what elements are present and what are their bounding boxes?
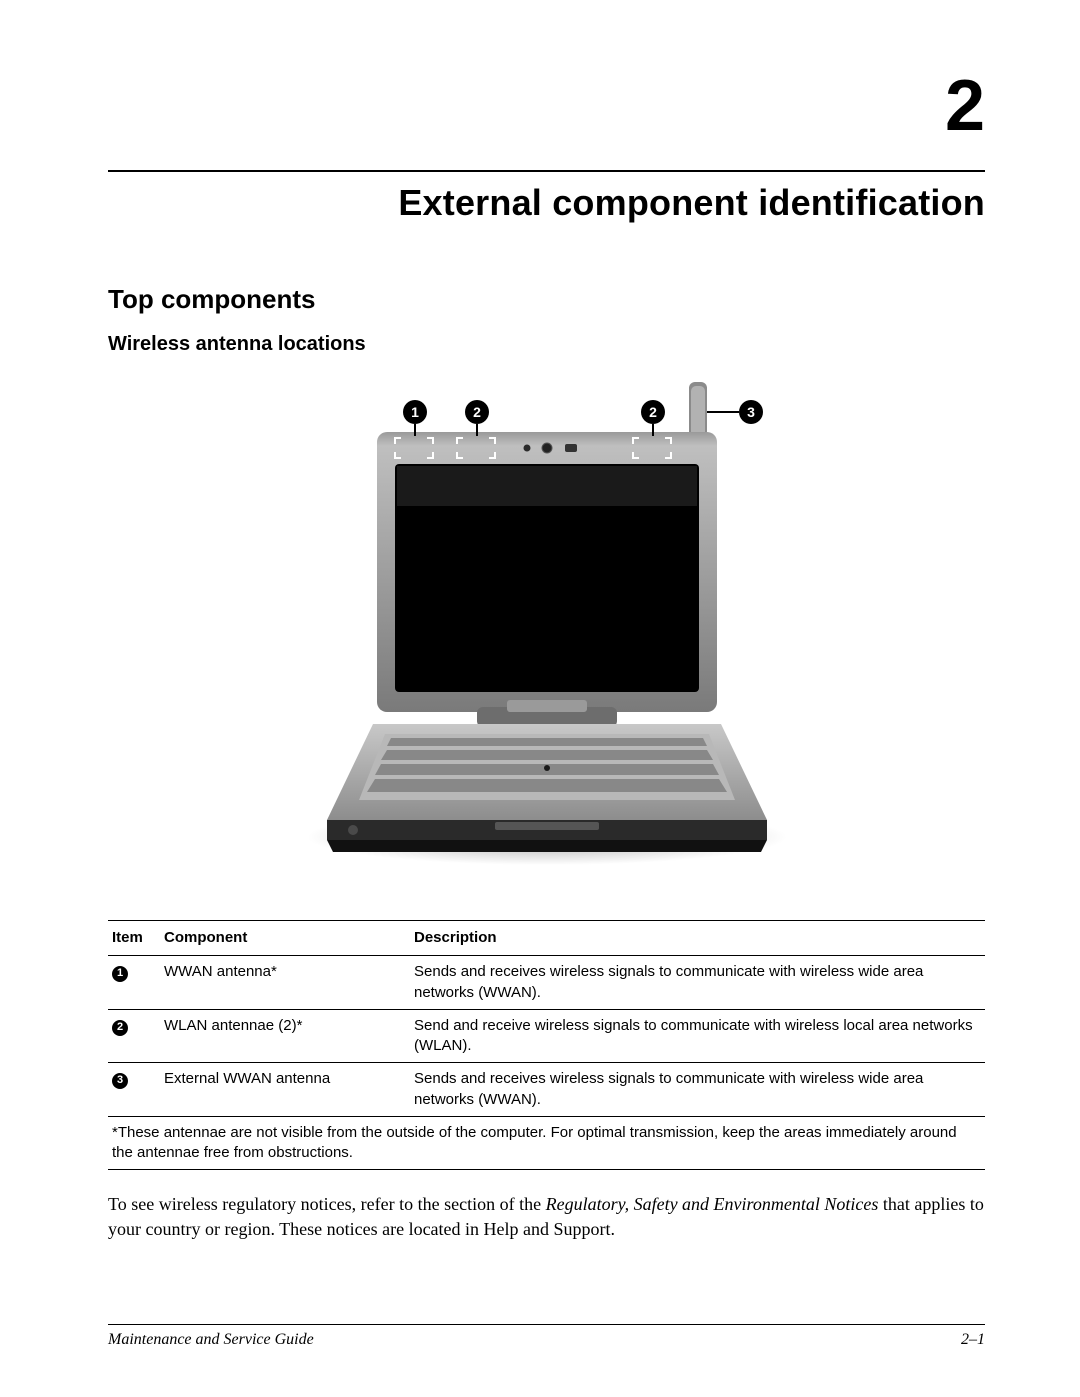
- header-item: Item: [108, 921, 160, 956]
- figure-laptop-antenna: 1 2 2 3: [108, 382, 985, 882]
- footer-right: 2–1: [961, 1331, 985, 1349]
- table-row: 2 WLAN antennae (2)* Send and receive wi…: [108, 1009, 985, 1063]
- table-row: 1 WWAN antenna* Sends and receives wirel…: [108, 956, 985, 1010]
- component-table: Item Component Description 1 WWAN antenn…: [108, 920, 985, 1170]
- callout-label-3: 3: [747, 404, 755, 420]
- row-component: WWAN antenna*: [160, 956, 410, 1010]
- subsection-title: Wireless antenna locations: [108, 333, 985, 356]
- row-bullet-icon: 2: [112, 1020, 128, 1036]
- row-component: WLAN antennae (2)*: [160, 1009, 410, 1063]
- table-header-row: Item Component Description: [108, 921, 985, 956]
- section-title: Top components: [108, 284, 985, 315]
- table-footnote-row: *These antennae are not visible from the…: [108, 1116, 985, 1170]
- para-italic: Regulatory, Safety and Environmental Not…: [546, 1194, 879, 1214]
- table-footnote: *These antennae are not visible from the…: [108, 1116, 985, 1170]
- para-pre: To see wireless regulatory notices, refe…: [108, 1194, 546, 1214]
- row-bullet-icon: 3: [112, 1073, 128, 1089]
- page-footer: Maintenance and Service Guide 2–1: [108, 1324, 985, 1349]
- callout-label-2b: 2: [649, 404, 657, 420]
- footer-rule: [108, 1324, 985, 1325]
- callout-label-2a: 2: [473, 404, 481, 420]
- chapter-title: External component identification: [108, 182, 985, 224]
- laptop-illustration: 1 2 2 3: [267, 382, 827, 882]
- row-description: Send and receive wireless signals to com…: [410, 1009, 985, 1063]
- chapter-rule: [108, 170, 985, 172]
- callout-label-1: 1: [411, 404, 419, 420]
- footer-left: Maintenance and Service Guide: [108, 1331, 314, 1349]
- table-row: 3 External WWAN antenna Sends and receiv…: [108, 1063, 985, 1117]
- body-paragraph: To see wireless regulatory notices, refe…: [108, 1192, 985, 1241]
- header-description: Description: [410, 921, 985, 956]
- row-bullet-icon: 1: [112, 966, 128, 982]
- row-description: Sends and receives wireless signals to c…: [410, 956, 985, 1010]
- row-description: Sends and receives wireless signals to c…: [410, 1063, 985, 1117]
- header-component: Component: [160, 921, 410, 956]
- chapter-number: 2: [108, 70, 985, 142]
- row-component: External WWAN antenna: [160, 1063, 410, 1117]
